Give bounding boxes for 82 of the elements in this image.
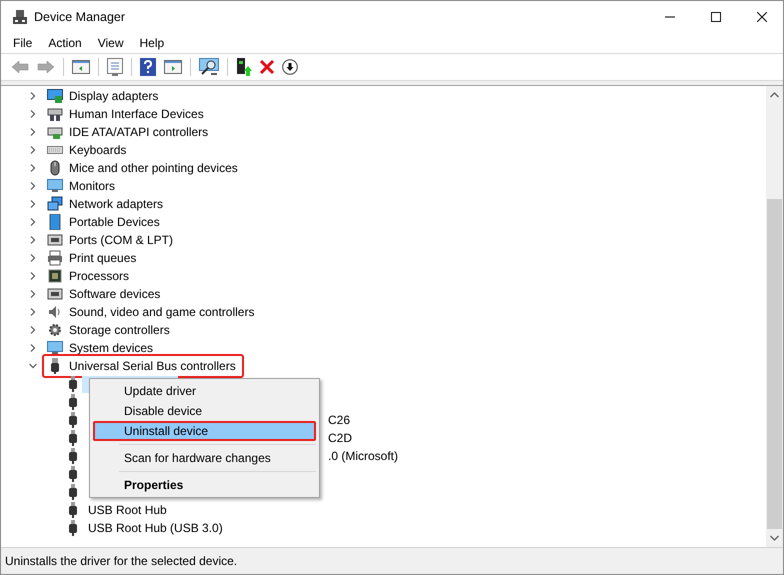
close-icon[interactable] [757, 12, 767, 22]
plug-icon [68, 502, 78, 518]
menu-item[interactable]: Help [132, 36, 172, 50]
device-icon [47, 196, 63, 212]
plug-icon [68, 412, 78, 428]
scroll-up-icon[interactable] [770, 92, 779, 98]
menu-item[interactable]: File [5, 36, 40, 50]
menu-item[interactable]: Update driver [93, 381, 316, 401]
chevron-icon[interactable] [29, 326, 37, 334]
panel-icon[interactable] [164, 59, 182, 75]
tree-item[interactable]: Keyboards [69, 143, 126, 157]
plug-icon [68, 466, 78, 482]
device-icon [47, 88, 63, 104]
scrollbar[interactable] [766, 86, 783, 547]
delete-icon[interactable] [260, 60, 274, 74]
chevron-icon[interactable] [29, 92, 37, 100]
chevron-icon[interactable] [29, 308, 37, 316]
window-title: Device Manager [34, 10, 126, 24]
tree-item[interactable]: Portable Devices [69, 215, 160, 229]
chevron-icon[interactable] [29, 236, 37, 244]
chevron-icon[interactable] [29, 344, 37, 352]
chevron-icon[interactable] [29, 128, 37, 136]
scroll-down-icon[interactable] [770, 535, 779, 541]
tree-item-text: C26 [328, 413, 350, 427]
menu-item[interactable]: Action [40, 36, 90, 50]
tree-item[interactable]: Ports (COM & LPT) [69, 233, 174, 247]
tree-item-text: .0 (Microsoft) [328, 449, 398, 463]
properties-icon[interactable] [107, 58, 123, 76]
scroll-thumb[interactable] [767, 199, 782, 529]
plug-icon [68, 394, 78, 410]
device-icon [47, 232, 63, 248]
tree-item[interactable]: Processors [69, 269, 130, 283]
chip-icon [47, 268, 63, 284]
plug-icon [68, 520, 78, 536]
chevron-icon[interactable] [29, 182, 37, 190]
chevron-icon[interactable] [29, 110, 37, 118]
tree-item[interactable]: Monitors [69, 179, 116, 193]
menu-item[interactable]: Scan for hardware changes [93, 448, 316, 468]
menu-item[interactable]: Disable device [93, 401, 316, 421]
plug-icon [68, 430, 78, 446]
device-icon [47, 214, 63, 230]
menu-item[interactable]: View [90, 36, 132, 50]
chevron-icon[interactable] [29, 272, 37, 280]
tree-item[interactable]: Network adapters [69, 197, 164, 211]
panel-icon[interactable] [72, 59, 90, 75]
plug-icon [68, 376, 78, 392]
maximize-icon[interactable] [711, 12, 721, 22]
device-icon [47, 286, 63, 302]
chevron-icon[interactable] [29, 200, 37, 208]
tree-item-text: C2D [328, 431, 352, 445]
device-update-icon[interactable] [236, 58, 252, 76]
tree-item[interactable]: System devices [69, 341, 154, 355]
tree-item[interactable]: Storage controllers [69, 323, 170, 337]
tree-item[interactable]: Display adapters [69, 89, 158, 103]
plug-icon [68, 484, 78, 500]
plug-icon [68, 448, 78, 464]
tree-item[interactable]: Print queues [69, 251, 136, 265]
printer-icon [47, 250, 63, 266]
tree-item[interactable]: IDE ATA/ATAPI controllers [69, 125, 208, 139]
tree-item[interactable]: USB Root Hub (USB 3.0) [86, 520, 225, 536]
chevron-icon[interactable] [29, 164, 37, 172]
help-icon[interactable] [140, 58, 156, 76]
tree-item[interactable]: Mice and other pointing devices [69, 161, 238, 175]
chevron-icon[interactable] [29, 218, 37, 226]
tree-item[interactable]: Universal Serial Bus controllers [69, 359, 236, 373]
chevron-icon[interactable] [29, 146, 37, 154]
tree-item[interactable]: Software devices [69, 287, 160, 301]
status-text: Uninstalls the driver for the selected device. [5, 554, 238, 568]
tree-item[interactable]: Sound, video and game controllers [69, 305, 254, 319]
menu-item[interactable]: Properties [93, 475, 316, 495]
menu-item[interactable]: Uninstall device [93, 421, 316, 441]
chevron-icon[interactable] [29, 290, 37, 298]
device-icon [47, 178, 63, 194]
chevron-icon[interactable] [29, 362, 37, 370]
device-icon [47, 106, 63, 122]
monitor-search-icon[interactable] [199, 58, 219, 76]
app-icon [12, 9, 28, 25]
gear-icon [47, 322, 63, 338]
tree-item[interactable]: USB Root Hub [86, 502, 169, 518]
chevron-icon[interactable] [29, 254, 37, 262]
device-icon [47, 340, 63, 356]
tree-item[interactable]: Human Interface Devices [69, 107, 204, 121]
